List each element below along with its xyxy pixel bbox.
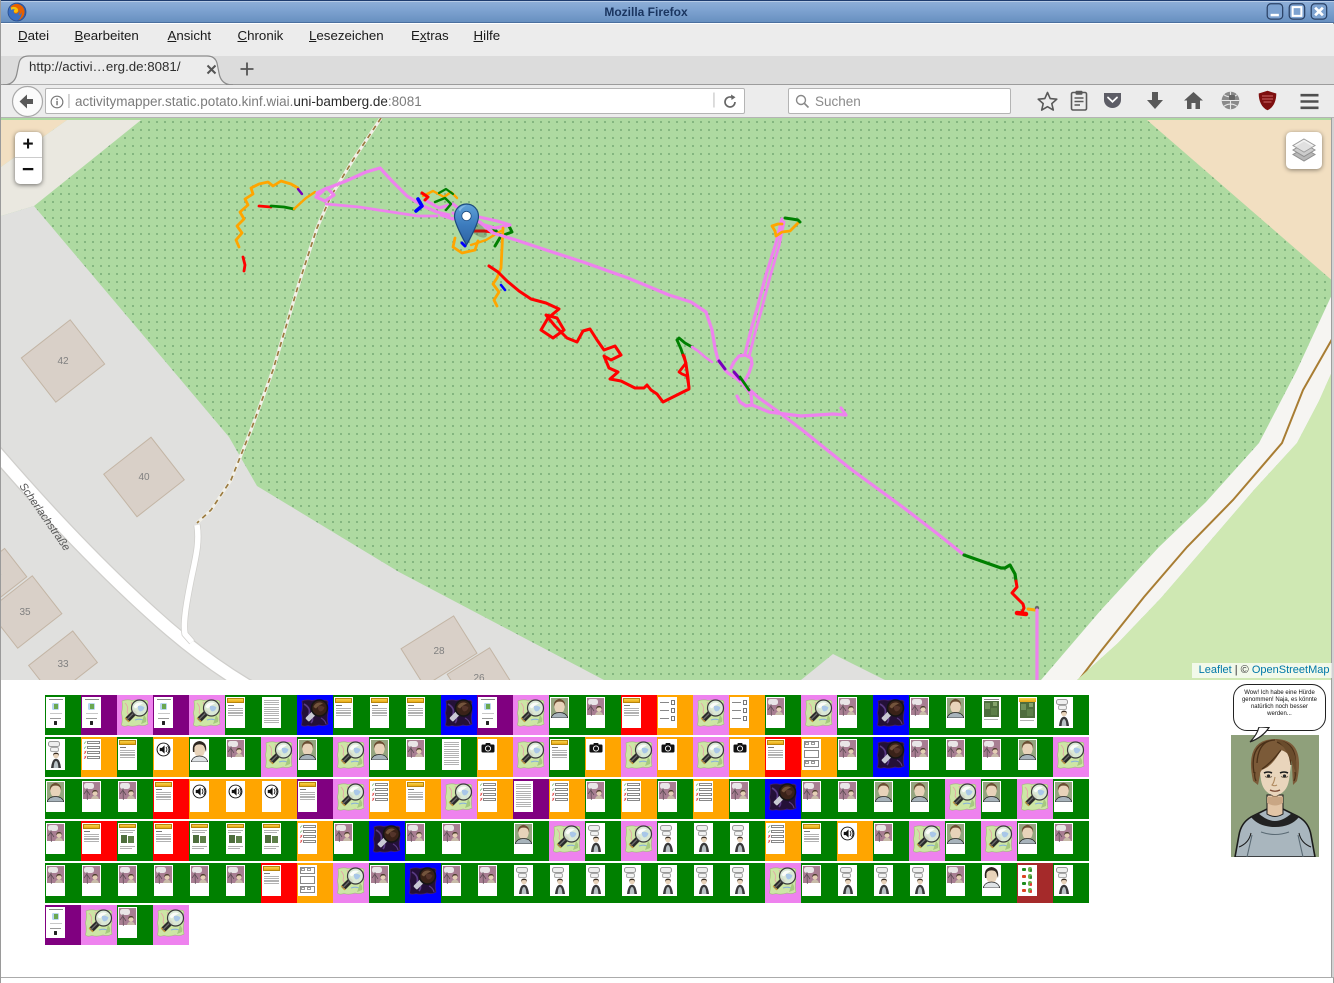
svg-text:33: 33 <box>57 659 69 670</box>
svg-text:42: 42 <box>57 356 69 367</box>
svg-text:28: 28 <box>433 646 445 657</box>
svg-text:26: 26 <box>473 673 485 680</box>
svg-text:35: 35 <box>19 607 31 618</box>
svg-text:40: 40 <box>138 472 150 483</box>
